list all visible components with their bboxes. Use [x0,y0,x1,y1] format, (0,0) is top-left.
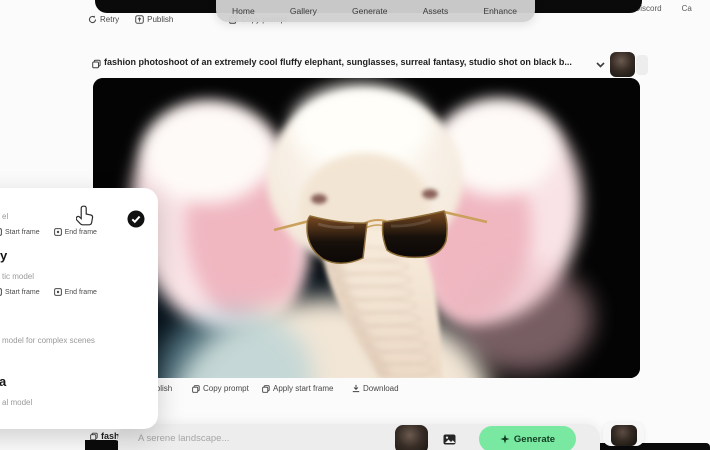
generate-label: Generate [514,434,555,445]
download-label: Download [363,384,399,393]
model-1-badges: Start frame End frame [0,228,97,236]
apply-start-frame-button[interactable]: Apply start frame [262,384,333,393]
elephant-video-frame [93,78,640,378]
model-2-description: tic model [2,272,34,281]
frame-icon [0,288,2,296]
nav-gallery[interactable]: Gallery [284,4,323,18]
generate-button[interactable]: Generate [479,426,576,450]
retry-icon [88,15,97,24]
model-4-name[interactable]: a [0,374,6,389]
apply-start-frame-label: Apply start frame [273,384,333,393]
nav-generate[interactable]: Generate [346,4,393,18]
nav-assets[interactable]: Assets [417,4,455,18]
copy-icon [192,385,200,393]
model-2-name[interactable]: y [0,248,7,263]
generated-video[interactable] [93,78,640,378]
composer-bar: Generate [118,424,600,450]
start-frame-label: Start frame [5,289,40,296]
download-icon [352,384,360,393]
model-4-description: al model [2,398,32,407]
publish-icon [135,15,144,24]
start-frame-badge: Start frame [0,288,40,296]
start-frame-thumbnail[interactable] [395,425,428,450]
model-2-badges: Start frame End frame [0,288,97,296]
model-3-description: model for complex scenes [2,336,95,345]
sparkle-icon [500,434,510,444]
image-icon[interactable] [443,434,456,445]
retry-label: Retry [100,15,119,24]
frame-icon [54,228,62,236]
app-window: Home Gallery Generate Assets Enhance Pri… [0,0,710,450]
hand-cursor [76,204,96,228]
copy-prompt-button[interactable]: Copy prompt [192,384,249,393]
chevron-down-icon[interactable] [596,62,605,68]
nav-enhance[interactable]: Enhance [477,4,523,18]
retry-button[interactable]: Retry [88,15,119,24]
publish-label: Publish [147,15,173,24]
main-nav: Home Gallery Generate Assets Enhance [216,0,535,22]
video-thumbnail-avatar[interactable] [610,52,635,77]
frame-icon [262,385,270,393]
end-frame-label: End frame [65,289,97,296]
start-frame-badge: Start frame [0,228,40,236]
model-1-description: el [2,212,8,221]
video-prompt-text: fashion photoshoot of an extremely cool … [104,57,578,67]
publish-button[interactable]: Publish [135,15,173,24]
copy-prompt-label: Copy prompt [203,384,249,393]
link-truncated[interactable]: Ca [682,4,692,13]
end-frame-label: End frame [65,229,97,236]
check-in-circle-icon [127,210,145,228]
prompt-input[interactable] [138,429,348,447]
queue-item-card[interactable] [603,422,644,446]
end-frame-badge: End frame [54,288,97,296]
download-button[interactable]: Download [352,384,399,393]
next-video-card-edge [85,440,121,450]
start-frame-label: Start frame [5,229,40,236]
nav-home[interactable]: Home [226,4,261,18]
copy-icon[interactable] [92,59,101,69]
frame-icon [54,288,62,296]
frame-icon [0,228,2,236]
prompt-row: fashion photoshoot of an extremely cool … [92,52,652,78]
queue-item-thumbnail [611,425,637,446]
hidden-card-edge [636,55,648,75]
end-frame-badge: End frame [54,228,97,236]
